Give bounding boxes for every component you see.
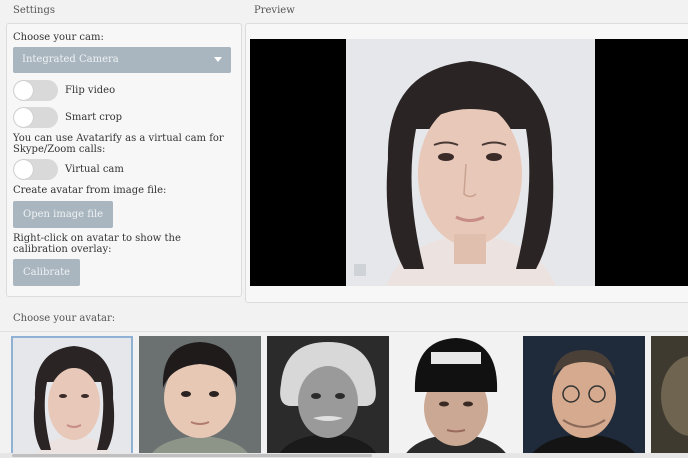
smart-crop-label: Smart crop: [65, 112, 123, 123]
choose-cam-label: Choose your cam:: [13, 32, 104, 43]
flip-video-label: Flip video: [65, 85, 116, 96]
scrollbar-thumb[interactable]: [12, 454, 372, 457]
settings-title: Settings: [13, 5, 55, 16]
avatar-thumb-6[interactable]: [651, 336, 688, 458]
avatars-title: Choose your avatar:: [13, 313, 116, 324]
toggle-knob: [14, 108, 33, 127]
avatar-strip-divider: [0, 331, 688, 332]
avatar-thumb-3[interactable]: [267, 336, 389, 458]
virtual-cam-label: Virtual cam: [65, 164, 124, 175]
avatar-thumb-2[interactable]: [139, 336, 261, 458]
virtual-cam-toggle[interactable]: [13, 159, 58, 180]
calibration-info-line-2: calibration overlay:: [13, 244, 112, 255]
open-image-button[interactable]: Open image file: [13, 201, 114, 228]
toggle-knob: [14, 160, 33, 179]
avatar-thumb-4[interactable]: [395, 336, 517, 458]
calibration-info-line-1: Right-click on avatar to show the: [13, 233, 181, 244]
smart-crop-toggle[interactable]: [13, 107, 58, 128]
virtual-cam-info-line-2: Skype/Zoom calls:: [13, 144, 106, 155]
chevron-down-icon: [214, 57, 222, 62]
flip-video-toggle[interactable]: [13, 80, 58, 101]
avatar-thumb-1[interactable]: [11, 336, 133, 458]
create-avatar-label: Create avatar from image file:: [13, 185, 167, 196]
virtual-cam-info-line-1: You can use Avatarify as a virtual cam f…: [13, 133, 224, 144]
calibrate-button[interactable]: Calibrate: [13, 259, 81, 286]
preview-video[interactable]: [250, 39, 688, 286]
preview-face-image: [346, 39, 595, 286]
preview-title: Preview: [254, 5, 295, 16]
avatar-thumb-5[interactable]: [523, 336, 645, 458]
cam-select[interactable]: Integrated Camera: [13, 47, 231, 73]
cam-select-value: Integrated Camera: [22, 54, 119, 65]
toggle-knob: [14, 81, 33, 100]
